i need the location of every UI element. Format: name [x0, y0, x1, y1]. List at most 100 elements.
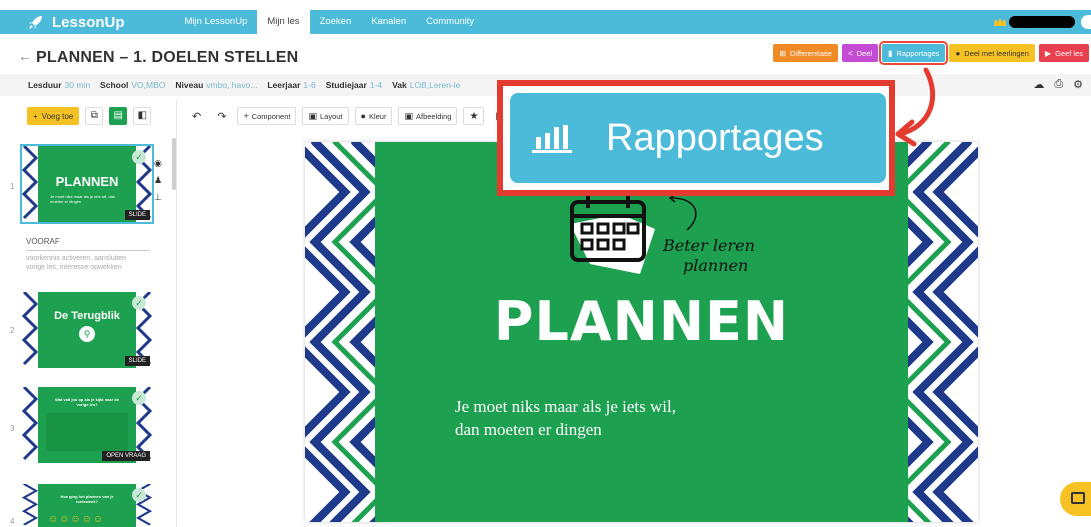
undo-icon[interactable]: ↶ [187, 107, 207, 125]
image-button[interactable]: ▣ Afbeelding [398, 107, 458, 125]
panel-toggle-icon[interactable]: ◧ [133, 107, 152, 125]
slide-canvas[interactable]: Beter leren plannen PLANNEN Je moet niks… [305, 142, 978, 522]
vak-value[interactable]: LOB,Leren-le [410, 80, 461, 90]
section-title[interactable]: VOORAF [26, 237, 60, 246]
lesduur-value[interactable]: 30 min [65, 80, 91, 90]
check-icon: ✓ [132, 296, 146, 310]
nav-community[interactable]: Community [416, 10, 484, 34]
nav-zoeken[interactable]: Zoeken [310, 10, 362, 34]
slide-number: 3 [10, 424, 15, 433]
callout-label: Rapportages [606, 116, 824, 159]
slide-thumbnail-3[interactable]: ✓ Wat valt jou op als je kijkt naar de v… [22, 387, 152, 463]
teach-lesson-button[interactable]: ▶ Geef les [1038, 44, 1089, 62]
thumb-title: Hoe ging het plannen van je toetsweek? [60, 494, 114, 504]
duplicate-icon[interactable]: ⧉ [85, 107, 104, 125]
avatar[interactable] [1081, 15, 1091, 29]
print-icon[interactable]: ⎙ [1054, 78, 1063, 91]
editor-toolbar: ↶ ↷ + Component ▣ Layout ● Kleur ▣ Afbeeldin… [187, 107, 506, 125]
emoji-scale-icon: ☺☺☺☺☺ [48, 514, 105, 525]
thumb-subtitle: Je moet niks maar als je iets wil, dan m… [50, 194, 116, 204]
differentiatie-button[interactable]: ⊞ Differentiatie [773, 44, 838, 62]
check-icon: ✓ [132, 150, 146, 164]
gear-icon[interactable]: ⚙ [1073, 78, 1083, 91]
slide-number: 2 [10, 326, 15, 335]
user-name-redacted[interactable] [1009, 16, 1075, 28]
eye-icon[interactable]: ◉ [154, 158, 162, 169]
slide-tagline: Beter leren plannen [663, 236, 755, 275]
share-icon: < [847, 48, 853, 58]
hierarchy-icon[interactable]: ⊥ [154, 192, 162, 203]
redo-icon[interactable]: ↷ [212, 107, 232, 125]
studiejaar-label: Studiejaar [325, 80, 367, 90]
calendar-icon [570, 192, 655, 274]
lesson-actions: ⊞ Differentiatie < Deel ▮ Rapportages ● … [773, 41, 1089, 65]
person-icon[interactable]: ♟ [154, 175, 162, 186]
slide-type-badge: OPEN VRAAG [102, 451, 150, 461]
logo[interactable]: LessonUp [28, 14, 125, 31]
thumb-title: PLANNEN [55, 174, 119, 189]
add-button[interactable]: + Voeg toe [27, 107, 80, 125]
callout-arrow-icon [895, 67, 936, 147]
school-value[interactable]: VO,MBO [131, 80, 165, 90]
thumb-title: De Terugblik [54, 310, 120, 322]
niveau-label: Niveau [175, 80, 204, 90]
meta-actions: ☁ ⎙ ⚙ [1033, 78, 1083, 91]
rapportages-callout: Rapportages [497, 80, 895, 196]
main-nav: Mijn LessonUp Mijn les Zoeken Kanalen Co… [175, 10, 485, 34]
share-with-students-button[interactable]: ● Deel met leerlingen [949, 44, 1035, 62]
slide-thumbnail-1[interactable]: ✓ PLANNEN Je moet niks maar als je iets … [20, 144, 154, 224]
wave-pattern [22, 292, 38, 368]
sidebar-toolbar: + Voeg toe ⧉ ▤ ◧ [27, 107, 152, 125]
vak-label: Vak [392, 80, 407, 90]
section-divider [26, 250, 150, 251]
top-navbar: LessonUp Mijn LessonUp Mijn les Zoeken K… [0, 10, 1091, 34]
studiejaar-value[interactable]: 1-4 [370, 80, 382, 90]
drop-icon: ● [360, 111, 366, 121]
user-icon: ● [955, 48, 961, 58]
slide-number: 4 [10, 517, 15, 526]
logo-text: LessonUp [52, 13, 125, 31]
share-button[interactable]: < Deel [841, 44, 879, 62]
color-button[interactable]: ● Kleur [354, 107, 393, 125]
layout-button[interactable]: ▣ Layout [302, 107, 349, 125]
star-icon[interactable]: ★ [463, 107, 485, 125]
nav-mijn-les[interactable]: Mijn les [257, 10, 310, 34]
search-icon: ⚲ [79, 326, 95, 342]
section-description[interactable]: voorkennis activeren, aansluiten vorige … [26, 254, 146, 272]
wave-pattern [22, 484, 38, 527]
sidebar-scrollbar[interactable] [172, 138, 176, 190]
picture-icon: ▣ [404, 110, 413, 121]
plus-icon: + [33, 111, 38, 121]
slide-number: 1 [10, 182, 15, 191]
lesduur-label: Lesduur [28, 80, 62, 90]
slide-type-badge: SLIDE [124, 210, 150, 220]
nav-mijn-lessonup[interactable]: Mijn LessonUp [175, 10, 258, 34]
leerjaar-label: Leerjaar [267, 80, 301, 90]
cloud-icon[interactable]: ☁ [1033, 78, 1044, 91]
rapportages-button[interactable]: ▮ Rapportages [879, 41, 949, 65]
crown-icon [994, 18, 1006, 26]
niveau-value[interactable]: vmbo, havo... [206, 80, 257, 90]
answer-area [46, 413, 128, 451]
back-arrow-icon[interactable]: ← [18, 48, 32, 64]
thumb-title: Wat valt jou op als je kijkt naar de vor… [55, 397, 119, 407]
bar-chart-icon: ▮ [888, 48, 893, 58]
chat-widget[interactable] [1060, 482, 1091, 516]
component-button[interactable]: + Component [237, 107, 297, 125]
slide-thumbnail-4[interactable]: ✓ Hoe ging het plannen van je toetsweek?… [22, 484, 152, 527]
slide-thumbnail-2[interactable]: ✓ De Terugblik ⚲ SLIDE [22, 292, 152, 368]
rocket-icon [29, 16, 42, 29]
bar-chart-icon [532, 125, 572, 153]
rapportages-callout-button[interactable]: Rapportages [510, 93, 886, 183]
slide-type-badge: SLIDE [124, 356, 150, 366]
slide-quote: Je moet niks maar als je iets wil, dan m… [455, 397, 676, 439]
user-area [993, 10, 1091, 34]
play-icon: ▶ [1044, 48, 1052, 58]
chat-icon [1071, 492, 1085, 504]
slides-view-icon[interactable]: ▤ [109, 107, 128, 125]
image-icon: ▣ [308, 110, 317, 121]
leerjaar-value[interactable]: 1-6 [303, 80, 315, 90]
slide-actions: ◉ ♟ ⊥ [154, 158, 162, 203]
nav-kanalen[interactable]: Kanalen [361, 10, 416, 34]
plus-icon: + [243, 111, 249, 121]
